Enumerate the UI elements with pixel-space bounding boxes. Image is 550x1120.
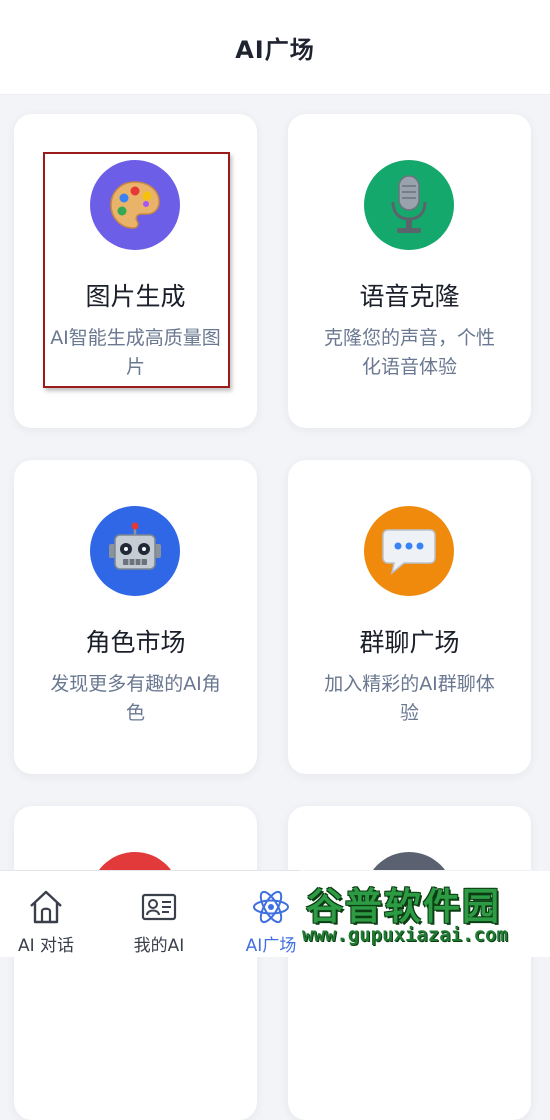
card-description: 发现更多有趣的AI角色 xyxy=(50,673,221,724)
nav-my-ai[interactable]: 我的AI xyxy=(99,871,219,957)
card-character-market[interactable]: 角色市场 发现更多有趣的AI角色 xyxy=(14,460,257,774)
robot-icon xyxy=(90,506,180,596)
card-voice-clone[interactable]: 语音克隆 克隆您的声音，个性化语音体验 xyxy=(288,114,531,428)
top-header: AI广场 xyxy=(0,0,550,95)
atom-icon xyxy=(253,890,289,924)
card-fifth[interactable] xyxy=(14,806,257,1120)
page-title: AI广场 xyxy=(235,35,315,64)
card-description: 克隆您的声音，个性化语音体验 xyxy=(323,327,495,378)
card-group-chat[interactable]: 群聊广场 加入精彩的AI群聊体验 xyxy=(288,460,531,774)
nav-label: AI广场 xyxy=(245,936,297,956)
home-icon xyxy=(30,890,62,924)
selection-frame xyxy=(43,152,230,388)
nav-label: 我的AI xyxy=(133,936,185,956)
card-title: 角色市场 xyxy=(85,628,186,657)
watermark: 谷普软件园 www.gupuxiazai.com xyxy=(300,870,550,956)
chat-bubble-icon xyxy=(364,506,454,596)
card-title: 语音克隆 xyxy=(359,282,460,311)
microphone-icon xyxy=(364,160,454,250)
card-sixth[interactable] xyxy=(288,806,531,1120)
card-image-generation[interactable]: 图片生成 AI智能生成高质量图片 xyxy=(14,114,257,428)
card-title: 群聊广场 xyxy=(359,628,460,657)
nav-label: AI 对话 xyxy=(17,936,75,956)
id-card-icon xyxy=(141,893,177,921)
watermark-title: 谷普软件园 xyxy=(306,885,501,928)
nav-ai-chat[interactable]: AI 对话 xyxy=(0,871,106,957)
card-description: 加入精彩的AI群聊体验 xyxy=(324,673,495,724)
watermark-url: www.gupuxiazai.com xyxy=(302,924,508,946)
